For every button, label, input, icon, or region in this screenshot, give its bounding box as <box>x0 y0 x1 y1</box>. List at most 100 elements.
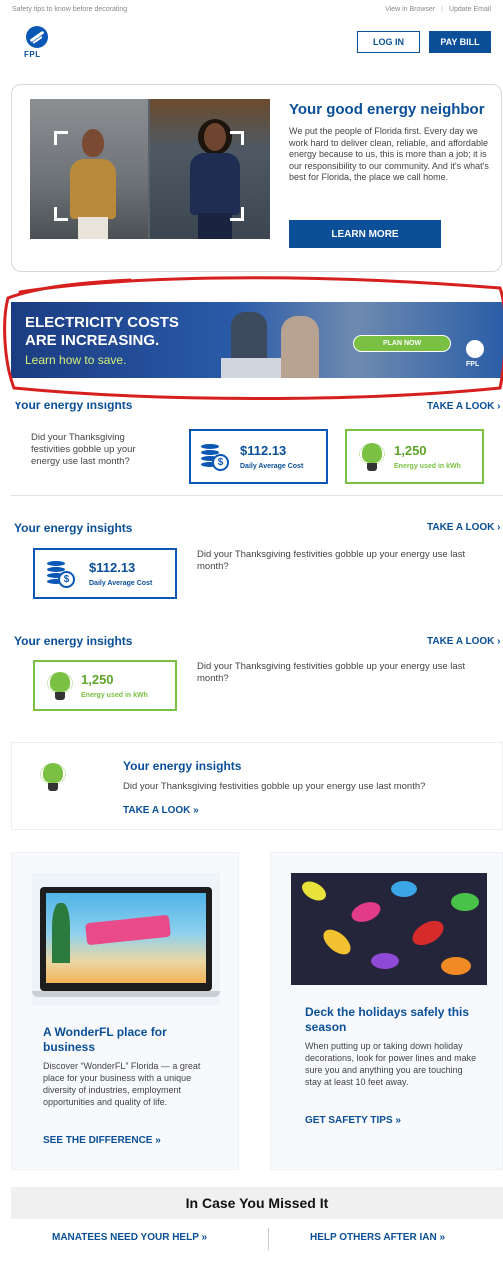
banner-headline-line-2: ARE INCREASING. <box>25 332 160 349</box>
plan-now-button[interactable]: PLAN NOW <box>353 335 451 352</box>
person-head <box>82 129 104 157</box>
wonderfl-logo-graphic <box>85 914 171 946</box>
holiday-light-bulb <box>348 898 384 926</box>
laptop-image <box>221 358 281 378</box>
banner-fpl-logo-text: FPL <box>466 361 480 368</box>
hero-photo <box>30 99 270 239</box>
insights-1-take-look-link[interactable]: TAKE A LOOK › <box>427 401 501 412</box>
frame-corner <box>54 131 68 145</box>
frame-corner <box>54 207 68 221</box>
insights-2-question: Did your Thanksgiving festivities gobble… <box>197 549 466 572</box>
hero-person-1 <box>70 125 116 239</box>
daily-cost-value: $112.13 <box>240 443 287 458</box>
energy-kwh-label: Energy used in kWh <box>394 463 461 470</box>
insights-3-question: Did your Thanksgiving festivities gobble… <box>197 661 466 684</box>
login-button[interactable]: LOG IN <box>357 31 420 53</box>
insights-3-take-look-link[interactable]: TAKE A LOOK › <box>427 636 501 647</box>
daily-cost-card: $ $112.13 Daily Average Cost <box>33 548 177 599</box>
learn-more-button[interactable]: LEARN MORE <box>289 220 441 248</box>
icymi-heading: In Case You Missed It <box>11 1187 503 1219</box>
person-legs <box>78 217 108 239</box>
holiday-light-bulb <box>371 953 399 969</box>
lightbulb-icon <box>359 443 385 475</box>
insights-1-box: Did your Thanksgiving festivities gobble… <box>11 414 503 496</box>
banner-person-2 <box>281 316 319 378</box>
holiday-light-bulb <box>391 881 417 897</box>
holiday-lights-image <box>291 873 487 985</box>
icymi-links: MANATEES NEED YOUR HELP » HELP OTHERS AF… <box>11 1228 503 1250</box>
frame-corner <box>230 207 244 221</box>
manatees-link[interactable]: MANATEES NEED YOUR HELP » <box>52 1232 207 1243</box>
lightbulb-base <box>55 692 65 700</box>
wonderfl-laptop-image <box>32 873 220 1005</box>
coin-stack-layer <box>47 561 65 566</box>
view-in-browser-link[interactable]: View in Browser <box>385 6 435 13</box>
energy-kwh-value: 1,250 <box>81 672 114 687</box>
banner-photo <box>211 306 341 378</box>
electricity-costs-banner[interactable]: ELECTRICITY COSTS ARE INCREASING. Learn … <box>11 302 503 378</box>
banner-headline-line-1: ELECTRICITY COSTS <box>25 314 179 331</box>
feature-card-holidays: Deck the holidays safely this season Whe… <box>270 852 503 1170</box>
daily-cost-value: $112.13 <box>89 560 136 575</box>
email-header: FPL LOG IN PAY BILL <box>0 22 503 68</box>
holiday-light-bulb <box>318 924 356 960</box>
daily-cost-label: Daily Average Cost <box>240 463 304 470</box>
help-others-after-ian-link[interactable]: HELP OTHERS AFTER IAN » <box>310 1232 445 1243</box>
fpl-logo-text: FPL <box>24 50 41 59</box>
pay-bill-button[interactable]: PAY BILL <box>429 31 491 53</box>
insights-1-question: Did your Thanksgiving festivities gobble… <box>31 432 136 467</box>
top-links: View in Browser | Update Email <box>385 6 491 13</box>
energy-kwh-label: Energy used in kWh <box>81 692 148 699</box>
lightbulb-base <box>367 463 377 471</box>
feature-2-text: When putting up or taking down holiday d… <box>305 1041 477 1087</box>
top-links-separator: | <box>441 6 443 13</box>
holiday-light-bulb <box>451 893 479 911</box>
lightbulb-glass <box>43 763 63 783</box>
banner-fpl-logo: FPL <box>462 340 492 374</box>
fpl-logo-icon <box>26 26 48 48</box>
hero-title: Your good energy neighbor <box>289 101 485 118</box>
fpl-logo[interactable]: FPL <box>22 26 62 62</box>
daily-cost-label: Daily Average Cost <box>89 580 153 587</box>
get-safety-tips-link[interactable]: GET SAFETY TIPS » <box>305 1115 401 1126</box>
feature-1-text: Discover “WonderFL” Florida — a great pl… <box>43 1061 201 1107</box>
lightbulb-base <box>48 783 58 791</box>
icymi-links-separator <box>268 1228 269 1250</box>
lightbulb-glass <box>50 672 70 692</box>
insights-1-title: Your energy insights <box>14 398 133 412</box>
energy-kwh-card: 1,250 Energy used in kWh <box>345 429 484 484</box>
holiday-light-bulb <box>441 957 471 975</box>
see-the-difference-link[interactable]: SEE THE DIFFERENCE » <box>43 1135 161 1146</box>
hero-card: Your good energy neighbor We put the peo… <box>11 84 502 272</box>
lightbulb-icon <box>40 763 66 795</box>
coins-dollar-icon: $ <box>201 444 229 472</box>
banner-fpl-logo-mark <box>466 340 484 358</box>
coins-dollar-symbol: $ <box>58 571 75 588</box>
holiday-light-bulb <box>408 915 448 951</box>
update-email-link[interactable]: Update Email <box>449 6 491 13</box>
energy-kwh-value: 1,250 <box>394 443 427 458</box>
person-head <box>204 123 226 151</box>
insights-4-take-look-link[interactable]: TAKE A LOOK » <box>123 805 199 816</box>
insights-4-title: Your energy insights <box>123 759 242 773</box>
laptop-base <box>32 991 220 997</box>
frame-corner <box>230 131 244 145</box>
insights-2-take-look-link[interactable]: TAKE A LOOK › <box>427 522 501 533</box>
insights-4-box: Your energy insights Did your Thanksgivi… <box>11 742 503 830</box>
coins-dollar-symbol: $ <box>212 454 229 471</box>
lightbulb-glass <box>362 443 382 463</box>
feature-2-title: Deck the holidays safely this season <box>305 1005 470 1034</box>
daily-cost-card: $ $112.13 Daily Average Cost <box>189 429 328 484</box>
laptop-screen-content <box>46 893 206 983</box>
person-body <box>190 153 240 215</box>
coin-stack-layer <box>201 444 219 449</box>
coins-dollar-icon: $ <box>47 561 75 589</box>
feature-1-title: A WonderFL place for business <box>43 1025 167 1054</box>
preheader-bar: Safety tips to know before decorating Vi… <box>0 0 503 22</box>
lightbulb-icon <box>47 672 73 704</box>
banner-subtext: Learn how to save. <box>25 353 127 367</box>
holiday-light-bulb <box>298 877 330 905</box>
palm-tree-graphic <box>52 903 70 963</box>
preheader-text: Safety tips to know before decorating <box>12 6 128 13</box>
banner-headline: ELECTRICITY COSTS ARE INCREASING. <box>25 314 179 350</box>
